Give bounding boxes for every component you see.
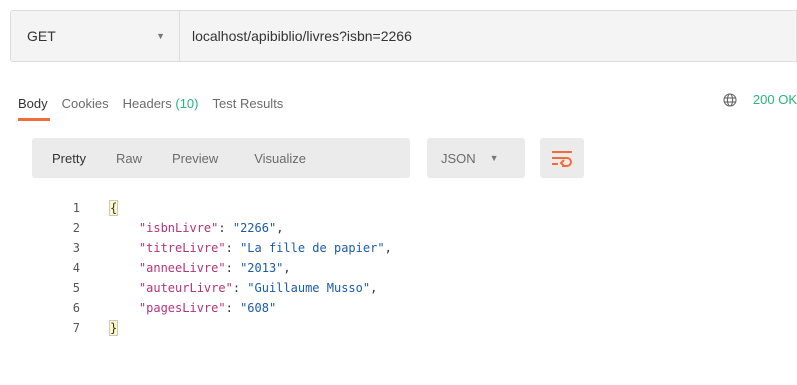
response-tabs: Body Cookies Headers (10) Test Results	[18, 92, 297, 121]
response-status: 200 OK	[723, 92, 797, 107]
line-number: 3	[72, 241, 80, 255]
json-key: "isbnLivre"	[138, 221, 219, 235]
json-value: "La fille de papier"	[240, 241, 385, 255]
tab-cookies-label: Cookies	[61, 95, 109, 111]
url-text: localhost/apibiblio/livres?isbn=2266	[192, 28, 412, 44]
tab-test-results[interactable]: Test Results	[213, 96, 284, 111]
tab-headers-label: Headers	[122, 95, 172, 111]
code-line: 4 "anneeLivre": "2013",	[0, 258, 797, 278]
close-brace: }	[108, 320, 119, 336]
headers-count: (10)	[175, 95, 199, 111]
code-line: 7 }	[0, 318, 797, 338]
mode-pretty[interactable]: Pretty	[52, 151, 86, 166]
code-line: 3 "titreLivre": "La fille de papier",	[0, 238, 797, 258]
format-select[interactable]: JSON ▼	[427, 138, 525, 178]
format-label: JSON	[441, 150, 476, 166]
chevron-down-icon: ▼	[156, 31, 165, 41]
code-line: 1 {	[0, 198, 797, 218]
json-value: "2266"	[232, 221, 277, 235]
json-key: "anneeLivre"	[138, 261, 226, 275]
code-line: 2 "isbnLivre": "2266",	[0, 218, 797, 238]
response-body[interactable]: 1 { 2 "isbnLivre": "2266", 3 "titreLivre…	[0, 198, 797, 338]
request-bar: GET ▼ localhost/apibiblio/livres?isbn=22…	[10, 10, 797, 62]
line-number: 6	[72, 301, 80, 315]
url-input[interactable]: localhost/apibiblio/livres?isbn=2266	[180, 10, 797, 62]
status-badge: 200 OK	[752, 92, 797, 107]
json-key: "auteurLivre"	[138, 281, 233, 295]
open-brace: {	[108, 200, 119, 216]
json-key: "pagesLivre"	[138, 301, 226, 315]
mode-visualize[interactable]: Visualize	[254, 151, 306, 166]
tab-body-label: Body	[18, 95, 48, 111]
mode-preview[interactable]: Preview	[172, 151, 218, 166]
mode-raw[interactable]: Raw	[116, 151, 142, 166]
tab-headers[interactable]: Headers (10)	[123, 96, 199, 111]
line-number: 4	[72, 261, 80, 275]
tab-body[interactable]: Body	[18, 95, 50, 121]
wrap-lines-button[interactable]	[540, 138, 584, 178]
line-number: 2	[72, 221, 80, 235]
globe-icon[interactable]	[723, 92, 737, 107]
line-number: 1	[72, 201, 80, 215]
json-value: "608"	[240, 301, 277, 315]
json-key: "titreLivre"	[138, 241, 226, 255]
method-label: GET	[27, 28, 56, 44]
json-value: "2013"	[240, 261, 284, 275]
viewer-mode-bar: Pretty Raw Preview Visualize	[32, 138, 410, 178]
json-value: "Guillaume Musso"	[247, 281, 371, 295]
tab-test-results-label: Test Results	[212, 95, 284, 111]
wrap-lines-icon	[552, 151, 572, 167]
method-select[interactable]: GET ▼	[10, 10, 180, 62]
line-number: 5	[72, 281, 80, 295]
code-line: 6 "pagesLivre": "608"	[0, 298, 797, 318]
tab-cookies[interactable]: Cookies	[62, 96, 109, 111]
chevron-down-icon: ▼	[489, 153, 499, 163]
line-number: 7	[72, 321, 80, 335]
code-line: 5 "auteurLivre": "Guillaume Musso",	[0, 278, 797, 298]
